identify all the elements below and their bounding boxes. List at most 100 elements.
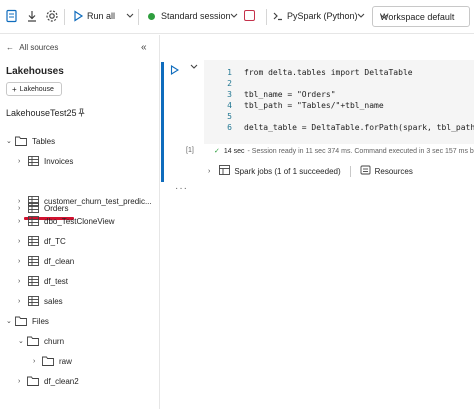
active-cell-indicator bbox=[161, 62, 164, 182]
divider bbox=[349, 165, 351, 177]
resources-icon bbox=[360, 165, 371, 177]
chevron-right-icon[interactable]: › bbox=[33, 358, 42, 365]
status-time: 14 sec bbox=[223, 148, 245, 155]
code-text: tbl_path = "Tables/"+tbl_name bbox=[244, 101, 384, 110]
session-status-dot-icon bbox=[148, 13, 155, 20]
run-cell-icon[interactable] bbox=[170, 65, 180, 77]
toolbar-divider bbox=[266, 9, 267, 25]
table-label: customer_churn_test_predic... bbox=[44, 196, 152, 206]
plus-icon: + bbox=[12, 84, 17, 94]
collapse-sidebar-icon[interactable]: « bbox=[141, 42, 147, 53]
table-item[interactable]: › df_test bbox=[18, 274, 68, 288]
line-number: 5 bbox=[227, 112, 232, 121]
language-icon bbox=[270, 8, 286, 24]
lakehouse-name[interactable]: LakehouseTest25 bbox=[6, 108, 77, 118]
chevron-right-icon[interactable]: › bbox=[18, 298, 27, 305]
folder-item[interactable]: ⌄ churn bbox=[18, 334, 64, 348]
session-chevron-down-icon[interactable] bbox=[226, 8, 242, 24]
table-item[interactable]: › df_TC bbox=[18, 234, 66, 248]
table-icon bbox=[27, 276, 39, 287]
add-lakehouse-label: Lakehouse bbox=[19, 85, 54, 93]
stop-session-icon[interactable] bbox=[244, 10, 255, 21]
table-icon bbox=[27, 256, 39, 267]
toolbar-divider bbox=[138, 9, 139, 25]
chevron-right-icon[interactable]: › bbox=[18, 218, 27, 225]
chevron-right-icon[interactable]: › bbox=[208, 168, 210, 175]
spark-jobs-icon bbox=[219, 165, 231, 177]
table-icon bbox=[27, 216, 39, 227]
folder-icon bbox=[27, 376, 39, 387]
line-number: 2 bbox=[227, 79, 232, 88]
add-lakehouse-button[interactable]: + Lakehouse bbox=[6, 82, 62, 96]
language-selector[interactable]: PySpark (Python) bbox=[287, 11, 358, 21]
cell-chevron-down-icon[interactable] bbox=[190, 63, 198, 72]
table-item[interactable]: › sales bbox=[18, 294, 63, 308]
tables-label: Tables bbox=[32, 136, 56, 146]
status-message: - Session ready in 11 sec 374 ms. Comman… bbox=[247, 148, 474, 155]
code-editor[interactable]: 1 from delta.tables import DeltaTable 2 … bbox=[204, 60, 474, 144]
chevron-down-icon bbox=[380, 12, 464, 22]
table-label: df_test bbox=[44, 276, 69, 286]
session-selector[interactable]: Standard session bbox=[161, 11, 231, 21]
table-icon bbox=[27, 196, 39, 207]
checkmark-icon: ✓ bbox=[214, 148, 220, 155]
code-text: from delta.tables import DeltaTable bbox=[244, 68, 413, 77]
run-all-chevron-down-icon[interactable] bbox=[122, 8, 138, 24]
resources-label[interactable]: Resources bbox=[375, 167, 413, 176]
spark-jobs-bar: › Spark jobs (1 of 1 succeeded) Resource… bbox=[208, 165, 413, 177]
table-label: dbo_TestCloneView bbox=[44, 216, 115, 226]
table-label: Invoices bbox=[44, 156, 74, 166]
tree-folder-files[interactable]: ⌄ Files bbox=[6, 314, 49, 328]
line-number: 4 bbox=[227, 101, 232, 110]
files-label: Files bbox=[32, 316, 49, 326]
table-label: df_clean bbox=[44, 256, 75, 266]
more-options-icon[interactable]: ··· bbox=[175, 183, 188, 194]
run-all-button[interactable]: Run all bbox=[87, 11, 115, 21]
table-item[interactable]: › dbo_TestCloneView bbox=[18, 214, 115, 228]
environment-selector[interactable]: Workspace default bbox=[372, 6, 470, 27]
chevron-right-icon[interactable]: › bbox=[18, 158, 27, 165]
folder-icon bbox=[15, 136, 27, 147]
notebook-icon[interactable] bbox=[4, 8, 20, 24]
code-text: tbl_name = "Orders" bbox=[244, 90, 336, 99]
cell-status: ✓ 14 sec - Session ready in 11 sec 374 ms.… bbox=[214, 147, 474, 155]
table-item[interactable]: › Invoices bbox=[18, 154, 73, 168]
chevron-down-icon[interactable]: ⌄ bbox=[6, 137, 15, 145]
pin-icon[interactable] bbox=[77, 108, 86, 119]
all-sources-link[interactable]: ← All sources bbox=[6, 43, 58, 52]
language-chevron-down-icon[interactable] bbox=[353, 8, 369, 24]
settings-gear-icon[interactable] bbox=[44, 8, 60, 24]
folder-label: churn bbox=[44, 336, 65, 346]
table-label: sales bbox=[44, 296, 63, 306]
chevron-right-icon[interactable]: › bbox=[18, 238, 27, 245]
execution-count: [1] bbox=[186, 147, 194, 154]
folder-icon bbox=[27, 336, 39, 347]
notebook-toolbar: Run all Standard session PySpark (Python… bbox=[0, 0, 474, 34]
table-label: df_TC bbox=[44, 236, 66, 246]
toolbar-divider bbox=[64, 9, 65, 25]
table-icon bbox=[27, 296, 39, 307]
chevron-right-icon[interactable]: › bbox=[18, 278, 27, 285]
folder-label: raw bbox=[59, 356, 72, 366]
chevron-down-icon[interactable]: ⌄ bbox=[18, 337, 27, 345]
back-arrow-icon: ← bbox=[6, 43, 14, 52]
download-icon[interactable] bbox=[24, 8, 40, 24]
chevron-down-icon[interactable]: ⌄ bbox=[6, 317, 15, 325]
chevron-right-icon[interactable]: › bbox=[18, 378, 27, 385]
code-text: delta_table = DeltaTable.forPath(spark, … bbox=[244, 123, 474, 132]
tree-folder-tables[interactable]: ⌄ Tables bbox=[6, 134, 55, 148]
run-all-icon[interactable] bbox=[70, 8, 86, 24]
chevron-right-icon[interactable]: › bbox=[18, 258, 27, 265]
table-item[interactable]: › df_clean bbox=[18, 254, 74, 268]
spark-jobs-label[interactable]: Spark jobs (1 of 1 succeeded) bbox=[234, 167, 340, 176]
all-sources-label: All sources bbox=[19, 43, 59, 52]
lakehouses-heading: Lakehouses bbox=[6, 66, 64, 77]
folder-item[interactable]: › raw bbox=[33, 354, 72, 368]
table-item[interactable]: › customer_churn_test_predic... bbox=[18, 194, 152, 208]
folder-label: df_clean2 bbox=[44, 376, 79, 386]
table-icon bbox=[27, 236, 39, 247]
explorer-sidebar: ← All sources « Lakehouses + Lakehouse L… bbox=[0, 35, 160, 409]
folder-item[interactable]: › df_clean2 bbox=[18, 374, 79, 388]
chevron-right-icon[interactable]: › bbox=[18, 198, 27, 205]
line-number: 3 bbox=[227, 90, 232, 99]
